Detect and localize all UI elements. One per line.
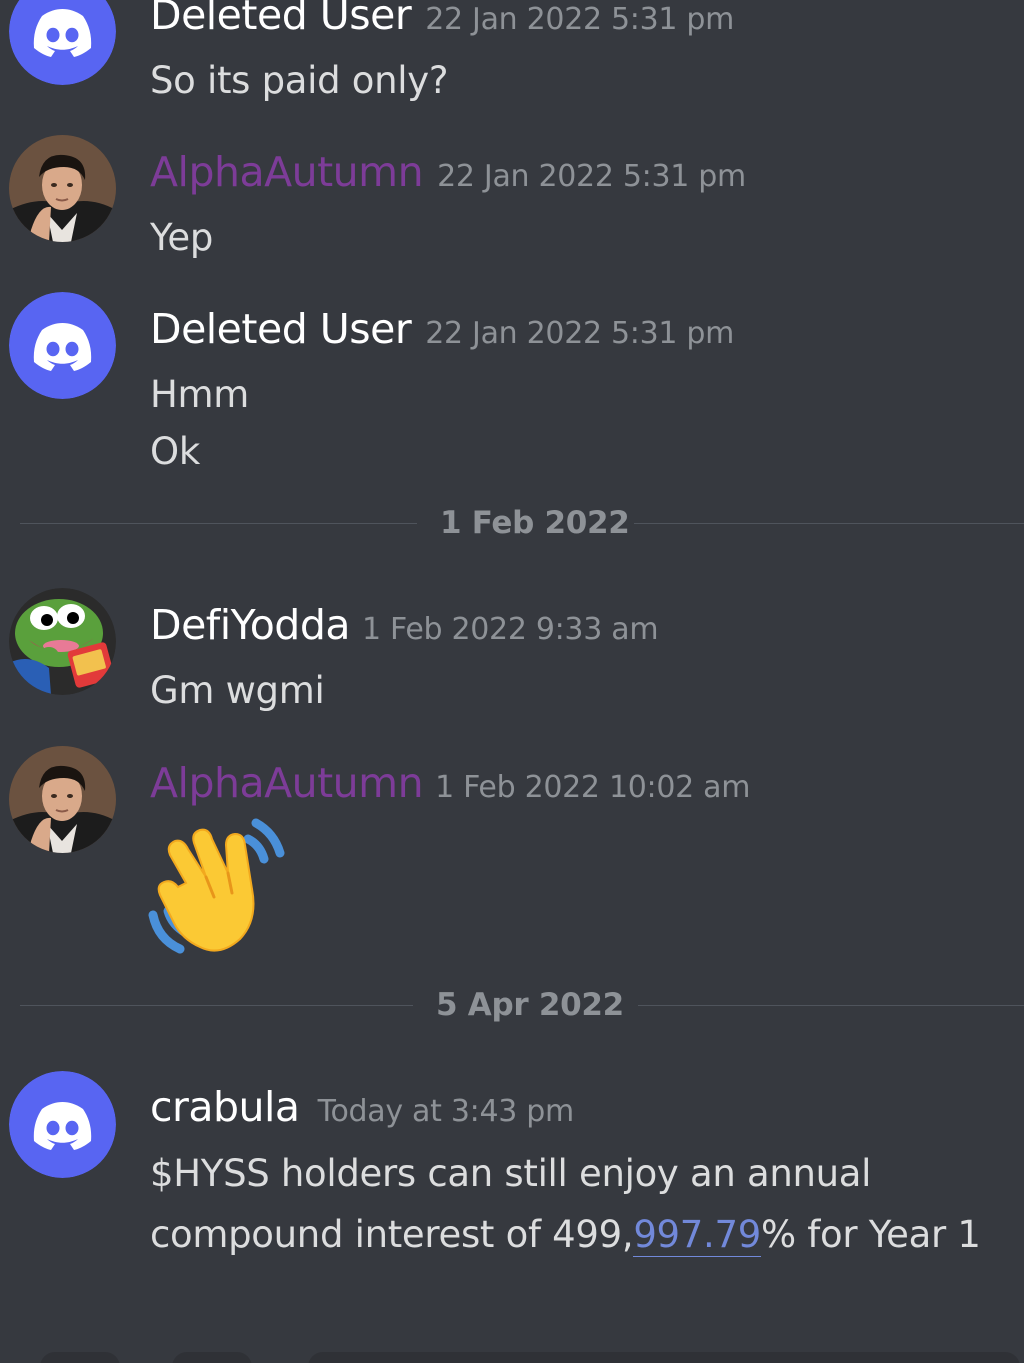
- author-name[interactable]: Deleted User: [150, 0, 412, 39]
- message-header: AlphaAutumn 1 Feb 2022 10:02 am: [150, 763, 750, 804]
- toolbar-button[interactable]: [172, 1352, 252, 1363]
- profile-photo: [9, 746, 116, 853]
- message-timestamp: 1 Feb 2022 9:33 am: [361, 612, 659, 647]
- avatar[interactable]: [9, 135, 116, 242]
- message-text: $HYSS holders can still enjoy an annual: [150, 1152, 872, 1195]
- message-timestamp: 22 Jan 2022 5:31 pm: [425, 2, 735, 37]
- toolbar-button[interactable]: [40, 1352, 120, 1363]
- pepe-frog: [9, 588, 116, 695]
- profile-photo: [9, 135, 116, 242]
- message-header: Deleted User 22 Jan 2022 5:31 pm: [150, 0, 734, 36]
- author-name[interactable]: AlphaAutumn: [150, 759, 424, 807]
- author-name[interactable]: DefiYodda: [150, 601, 350, 649]
- waving-hand-icon[interactable]: [148, 815, 288, 955]
- author-name[interactable]: AlphaAutumn: [150, 148, 424, 196]
- message-text: Hmm: [150, 373, 250, 416]
- divider-line: [634, 523, 1024, 524]
- author-name[interactable]: Deleted User: [150, 305, 412, 353]
- message-timestamp: Today at 3:43 pm: [317, 1094, 575, 1129]
- author-name[interactable]: crabula: [150, 1083, 300, 1131]
- avatar[interactable]: [9, 588, 116, 695]
- message-text-part: % for Year 1: [760, 1213, 981, 1256]
- message-header: Deleted User 22 Jan 2022 5:31 pm: [150, 309, 734, 350]
- divider-line: [638, 1005, 1024, 1006]
- message-timestamp: 22 Jan 2022 5:31 pm: [425, 316, 735, 351]
- message-text: Gm wgmi: [150, 669, 325, 712]
- chat-messages: Deleted User 22 Jan 2022 5:31 pm So its p…: [0, 0, 1024, 1363]
- number-link[interactable]: 997.79: [633, 1213, 761, 1257]
- message-input[interactable]: [308, 1352, 1020, 1363]
- message-timestamp: 22 Jan 2022 5:31 pm: [437, 159, 746, 194]
- message-text: Yep: [150, 216, 214, 259]
- date-divider: 1 Feb 2022: [20, 503, 1024, 543]
- discord-logo-icon: [9, 1071, 116, 1178]
- avatar[interactable]: [9, 1071, 116, 1178]
- date-divider: 5 Apr 2022: [20, 985, 1024, 1025]
- avatar[interactable]: [9, 292, 116, 399]
- avatar[interactable]: [9, 746, 116, 853]
- message-text: Ok: [150, 430, 200, 473]
- divider-line: [20, 1005, 413, 1006]
- discord-logo-icon: [9, 0, 116, 85]
- message-timestamp: 1 Feb 2022 10:02 am: [435, 770, 751, 805]
- message-header: crabula Today at 3:43 pm: [150, 1087, 574, 1128]
- avatar[interactable]: [9, 0, 116, 85]
- message-text: compound interest of 499,997.79% for Yea…: [150, 1213, 981, 1257]
- message-text: So its paid only?: [150, 59, 449, 102]
- discord-logo-icon: [9, 292, 116, 399]
- message-header: DefiYodda 1 Feb 2022 9:33 am: [150, 605, 659, 647]
- message-text-part: compound interest of 499,: [150, 1213, 634, 1256]
- divider-line: [20, 523, 417, 524]
- message-header: AlphaAutumn 22 Jan 2022 5:31 pm: [150, 152, 746, 193]
- date-divider-label: 5 Apr 2022: [436, 987, 624, 1023]
- date-divider-label: 1 Feb 2022: [440, 505, 630, 541]
